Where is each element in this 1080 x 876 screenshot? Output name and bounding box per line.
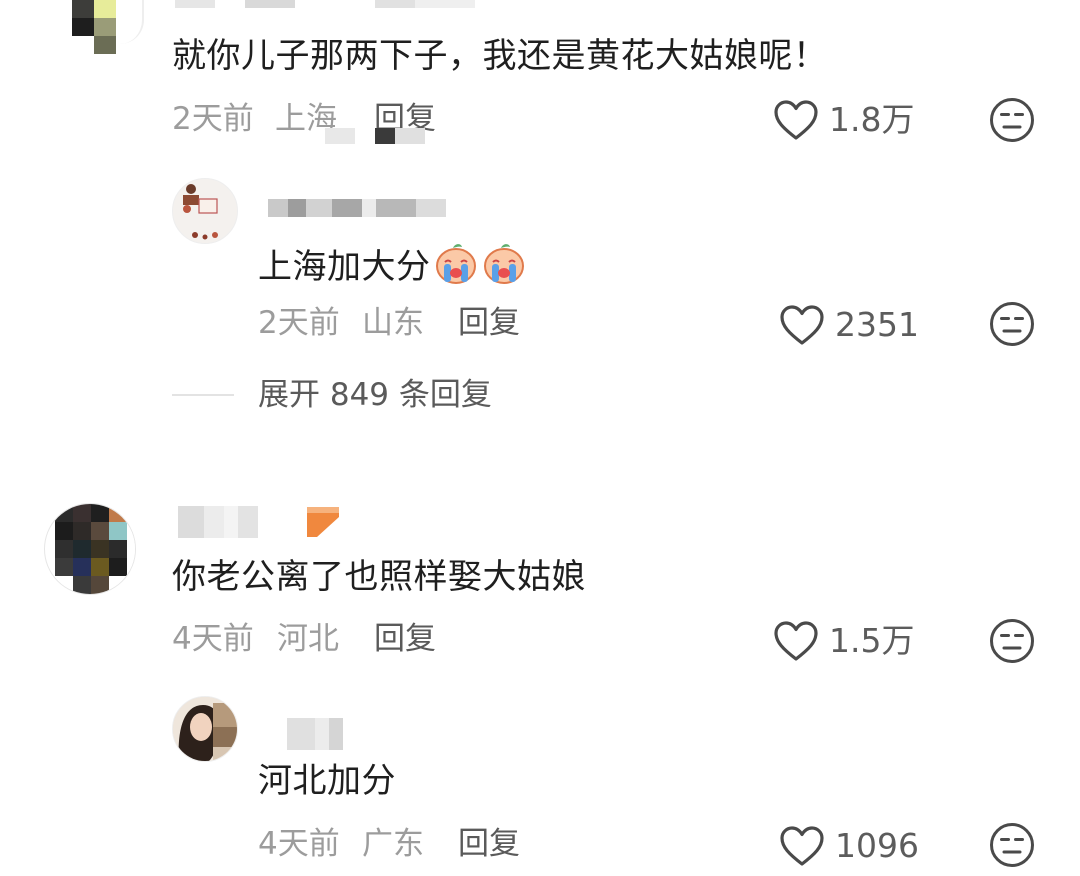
expand-replies-label: 展开 849 条回复 xyxy=(258,377,492,413)
like-count: 1.5万 xyxy=(829,621,915,660)
heart-outline-icon xyxy=(774,100,818,140)
like-count: 2351 xyxy=(835,305,919,344)
like-button[interactable]: 2351 xyxy=(779,304,919,346)
avatar-pixels xyxy=(55,504,135,594)
like-button[interactable]: 1.5万 xyxy=(773,620,914,662)
heart-outline-icon xyxy=(774,621,818,661)
reply-time: 2天前 xyxy=(258,305,340,341)
neutral-face-icon[interactable] xyxy=(989,822,1035,868)
like-button[interactable]: 1096 xyxy=(779,825,919,867)
comment-time: 4天前 xyxy=(172,621,254,657)
avatar-photo xyxy=(173,697,237,761)
reply-text: 河北加分 xyxy=(258,761,396,801)
like-count: 1096 xyxy=(835,826,919,865)
reply-location: 山东 xyxy=(362,305,424,341)
comment-location: 河北 xyxy=(277,621,339,657)
crying-face-emoji xyxy=(435,244,476,284)
avatar-ring xyxy=(120,0,144,44)
reply-time: 4天前 xyxy=(258,826,340,862)
user-badge-icon xyxy=(307,507,339,537)
reply-button[interactable]: 回复 xyxy=(458,826,520,862)
neutral-face-icon[interactable] xyxy=(989,618,1035,664)
like-count: 1.8万 xyxy=(829,100,915,139)
username-blurred xyxy=(175,0,475,8)
reply-username-blurred xyxy=(287,718,343,750)
comment-time: 2天前 xyxy=(172,101,254,137)
username-blurred xyxy=(178,506,258,538)
reply-location: 广东 xyxy=(362,826,424,862)
comment-text: 就你儿子那两下子，我还是黄花大姑娘呢！ xyxy=(172,36,828,76)
heart-outline-icon xyxy=(780,826,824,866)
neutral-face-icon[interactable] xyxy=(989,97,1035,143)
expand-divider xyxy=(172,394,234,396)
expand-replies-button[interactable]: 展开 849 条回复 xyxy=(172,377,492,413)
reply-username-blurred xyxy=(268,199,446,217)
reply-button[interactable]: 回复 xyxy=(374,621,436,657)
blur-patch xyxy=(325,128,425,144)
crying-face-emoji xyxy=(483,244,524,284)
reply-text-content: 上海加大分 xyxy=(258,247,431,287)
like-button[interactable]: 1.8万 xyxy=(773,99,914,141)
user-avatar[interactable] xyxy=(44,503,136,595)
user-avatar[interactable] xyxy=(72,0,116,56)
neutral-face-icon[interactable] xyxy=(989,301,1035,347)
reply-user-avatar[interactable] xyxy=(172,178,238,244)
avatar-illustration xyxy=(183,184,218,240)
heart-outline-icon xyxy=(780,305,824,345)
reply-button[interactable]: 回复 xyxy=(458,305,520,341)
comment-text: 你老公离了也照样娶大姑娘 xyxy=(172,557,586,597)
reply-text: 上海加大分 xyxy=(258,240,527,287)
reply-user-avatar[interactable] xyxy=(172,696,238,762)
